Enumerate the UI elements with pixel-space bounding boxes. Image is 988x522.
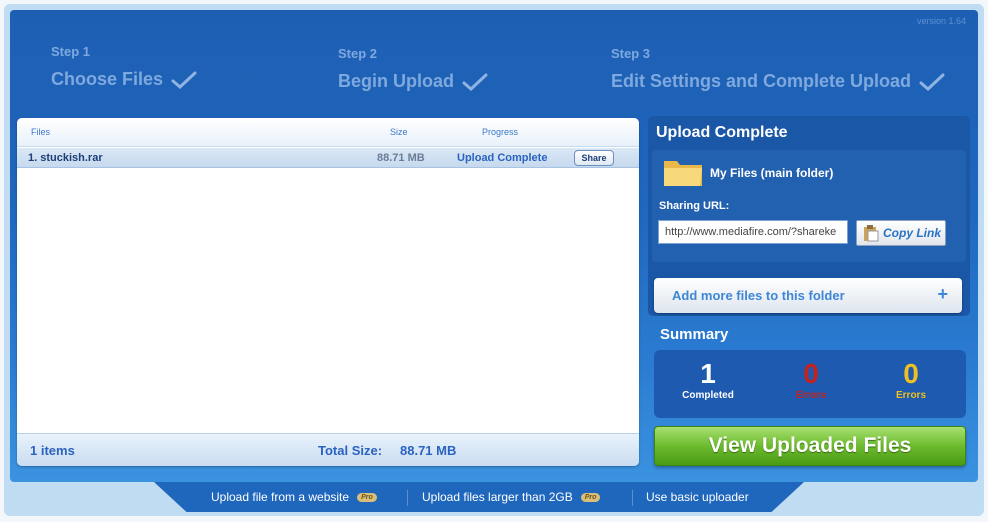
step-3-title: Edit Settings and Complete Upload <box>611 71 945 92</box>
plus-icon: + <box>937 284 948 304</box>
completed-label: Completed <box>682 390 734 401</box>
bottom-links-bar: Upload file from a website Pro Upload fi… <box>154 490 804 508</box>
copy-link-label: Copy Link <box>883 226 942 240</box>
file-list-header: Files Size Progress <box>17 118 639 147</box>
share-button[interactable]: Share <box>574 150 614 166</box>
table-row[interactable]: 1. stuckish.rar 88.71 MB Upload Complete… <box>17 148 639 168</box>
sharing-url-label: Sharing URL: <box>659 200 730 212</box>
upload-larger-files-link[interactable]: Upload files larger than 2GB Pro <box>422 490 601 504</box>
checkmark-icon <box>462 73 488 91</box>
folder-icon <box>664 161 702 186</box>
sharing-box: My Files (main folder) Sharing URL: Copy… <box>652 150 966 262</box>
items-count: 1 items <box>30 443 75 458</box>
summary-title: Summary <box>660 326 729 343</box>
step-3-number: Step 3 <box>611 46 651 61</box>
file-name: 1. stuckish.rar <box>28 152 103 164</box>
step-1-title: Choose Files <box>51 69 197 90</box>
completed-count: 1 <box>700 358 716 389</box>
uploader-frame: version 1.64 Step 1 Choose Files Step 2 … <box>10 10 978 482</box>
step-2: Step 2 Begin Upload <box>338 46 488 92</box>
clipboard-icon <box>864 225 879 242</box>
divider <box>632 490 633 506</box>
summary-box: 1 Completed 0 Errors 0 Errors <box>654 350 966 418</box>
column-header-files: Files <box>31 127 51 137</box>
add-more-files-button[interactable]: Add more files to this folder + <box>654 278 962 313</box>
step-1-number: Step 1 <box>51 44 91 59</box>
errors-count-yellow: 0 <box>903 358 919 389</box>
total-size-value: 88.71 MB <box>400 443 457 458</box>
column-header-size: Size <box>390 127 408 137</box>
pro-badge: Pro <box>357 492 377 502</box>
step-3-title-text: Edit Settings and Complete Upload <box>611 71 912 91</box>
basic-uploader-label: Use basic uploader <box>646 490 749 504</box>
version-label: version 1.64 <box>916 16 966 26</box>
total-size-label: Total Size: <box>318 443 383 458</box>
upload-from-website-link[interactable]: Upload file from a website Pro <box>211 490 377 504</box>
upload-complete-panel: Upload Complete My Files (main folder) S… <box>648 116 970 316</box>
errors-label-yellow: Errors <box>895 390 926 401</box>
copy-link-button[interactable]: Copy Link <box>856 220 946 246</box>
file-list-footer: 1 items Total Size: 88.71 MB <box>17 433 639 466</box>
divider <box>407 490 408 506</box>
summary-completed: 1 Completed <box>668 358 748 401</box>
upload-larger-files-label: Upload files larger than 2GB <box>422 490 573 504</box>
view-uploaded-files-button[interactable]: View Uploaded Files <box>654 426 966 466</box>
upload-from-website-label: Upload file from a website <box>211 490 350 504</box>
step-2-title: Begin Upload <box>338 71 488 92</box>
summary-errors-yellow: 0 Errors <box>871 358 951 401</box>
step-3: Step 3 Edit Settings and Complete Upload <box>611 46 945 92</box>
sharing-url-input[interactable] <box>658 220 848 244</box>
step-2-title-text: Begin Upload <box>338 71 454 91</box>
summary-errors-red: 0 Errors <box>771 358 851 401</box>
checkmark-icon <box>919 73 945 91</box>
basic-uploader-link[interactable]: Use basic uploader <box>646 490 749 504</box>
uploader-window: version 1.64 Step 1 Choose Files Step 2 … <box>4 4 984 516</box>
pro-badge: Pro <box>580 492 601 502</box>
upload-complete-title: Upload Complete <box>656 124 788 141</box>
add-more-files-label: Add more files to this folder <box>672 288 845 303</box>
step-1: Step 1 Choose Files <box>51 44 197 90</box>
column-header-progress: Progress <box>482 127 519 137</box>
errors-label-red: Errors <box>795 390 826 401</box>
file-size: 88.71 MB <box>377 152 425 164</box>
checkmark-icon <box>171 71 197 89</box>
errors-count-red: 0 <box>803 358 819 389</box>
step-1-title-text: Choose Files <box>51 69 164 89</box>
folder-name: My Files (main folder) <box>710 166 834 180</box>
file-list-panel: Files Size Progress 1. stuckish.rar 88.7… <box>17 118 639 466</box>
step-2-number: Step 2 <box>338 46 378 61</box>
file-progress: Upload Complete <box>457 152 548 164</box>
